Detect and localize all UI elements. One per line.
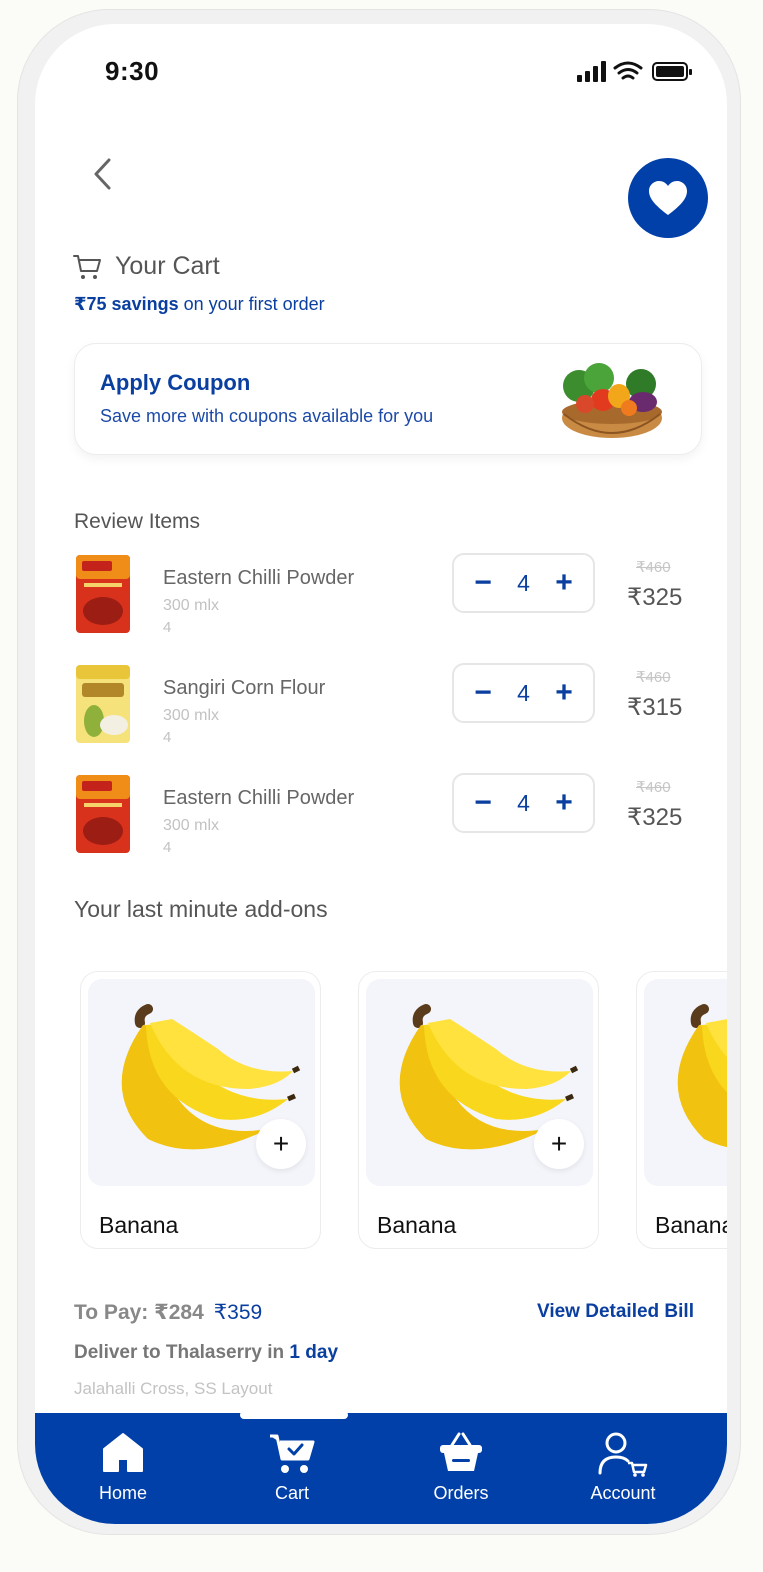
wifi-icon	[613, 61, 643, 80]
nav-item-home[interactable]: Home	[53, 1413, 193, 1524]
savings-text: ₹75 savings on your first order	[74, 294, 325, 315]
active-tab-indicator	[240, 1411, 348, 1419]
nav-label-orders: Orders	[433, 1483, 489, 1503]
review-items-title: Review Items	[74, 510, 201, 533]
home-icon	[103, 1433, 143, 1472]
bottom-nav: Home Cart Orders Account	[35, 1413, 727, 1524]
quantity-value: 4	[517, 789, 530, 816]
item-name: Sangiri Corn Flour	[163, 677, 326, 699]
coupon-subtitle: Save more with coupons available for you	[100, 406, 434, 426]
addon-image	[644, 979, 727, 1186]
original-price: ₹460	[636, 779, 671, 796]
nav-label-account: Account	[590, 1483, 656, 1503]
savings-suffix: on your first order	[178, 294, 325, 314]
view-detailed-bill-link[interactable]: View Detailed Bill	[537, 1301, 694, 1323]
decrease-button[interactable]: −	[472, 788, 494, 818]
quantity-stepper: − 4 +	[452, 773, 595, 833]
discounted-price: ₹325	[627, 584, 683, 611]
cart-item: Sangiri Corn Flour 300 mlx 4 − 4 + ₹460 …	[74, 663, 704, 753]
status-icons	[577, 61, 692, 82]
signal-icon	[577, 61, 606, 82]
nav-item-account[interactable]: Account	[553, 1413, 693, 1524]
to-pay-summary: To Pay: ₹284 ₹359	[74, 1300, 262, 1325]
back-chevron-icon[interactable]	[87, 154, 117, 194]
quantity-value: 4	[517, 679, 530, 706]
status-time: 9:30	[105, 56, 160, 86]
to-pay-amount: To Pay: ₹284	[74, 1301, 204, 1324]
increase-button[interactable]: +	[553, 568, 575, 598]
nav-item-cart[interactable]: Cart	[222, 1413, 362, 1524]
cart-item: Eastern Chilli Powder 300 mlx 4 − 4 + ₹4…	[74, 553, 704, 643]
item-size: 300 mlx	[163, 817, 220, 834]
banana-image	[677, 1004, 727, 1147]
add-addon-button[interactable]: +	[534, 1119, 584, 1169]
decrease-button[interactable]: −	[472, 568, 494, 598]
cart-outline-icon	[73, 254, 101, 279]
screen: 9:30 Your Cart ₹75 savings on your first…	[35, 24, 727, 1524]
delivery-info: Deliver to Thalaserry in 1 day	[74, 1342, 338, 1364]
decrease-button[interactable]: −	[472, 678, 494, 708]
addon-name: Banana	[655, 1212, 727, 1238]
increase-button[interactable]: +	[553, 678, 575, 708]
quantity-stepper: − 4 +	[452, 663, 595, 723]
addon-card[interactable]: + Banana	[80, 971, 321, 1249]
cart-item: Eastern Chilli Powder 300 mlx 4 − 4 + ₹4…	[74, 773, 704, 863]
addon-name: Banana	[377, 1212, 457, 1238]
addon-image: +	[366, 979, 593, 1186]
increase-button[interactable]: +	[553, 788, 575, 818]
vegetable-basket-image	[562, 363, 662, 438]
original-price: ₹460	[636, 669, 671, 686]
basket-icon	[440, 1432, 482, 1471]
savings-amount: ₹75 savings	[74, 294, 179, 314]
corn-flour-thumbnail	[76, 665, 130, 743]
cart-header: Your Cart	[73, 252, 220, 281]
addon-name: Banana	[99, 1212, 179, 1238]
coupon-title: Apply Coupon	[100, 370, 251, 395]
addon-image: +	[88, 979, 315, 1186]
item-size: 300 mlx	[163, 597, 220, 614]
item-size: 300 mlx	[163, 707, 220, 724]
chilli-powder-thumbnail	[76, 775, 130, 853]
favorite-button[interactable]	[628, 158, 708, 238]
addon-card[interactable]: Banana	[636, 971, 727, 1249]
page-title: Your Cart	[115, 252, 220, 280]
addons-title: Your last minute add-ons	[74, 896, 328, 922]
discounted-price: ₹315	[627, 694, 683, 721]
quantity-stepper: − 4 +	[452, 553, 595, 613]
addon-card[interactable]: + Banana	[358, 971, 599, 1249]
nav-label-cart: Cart	[274, 1483, 309, 1503]
discounted-price: ₹325	[627, 804, 683, 831]
apply-coupon-card[interactable]: Apply Coupon Save more with coupons avai…	[74, 343, 702, 455]
heart-icon	[649, 181, 687, 215]
quantity-value: 4	[517, 569, 530, 596]
add-addon-button[interactable]: +	[256, 1119, 306, 1169]
original-total: ₹359	[213, 1301, 263, 1324]
cart-icon	[270, 1434, 315, 1473]
chilli-powder-thumbnail	[76, 555, 130, 633]
item-quantity-text: 4	[163, 619, 172, 636]
delivery-days: 1 day	[289, 1342, 339, 1363]
item-quantity-text: 4	[163, 729, 172, 746]
nav-item-orders[interactable]: Orders	[391, 1413, 531, 1524]
item-name: Eastern Chilli Powder	[163, 567, 355, 589]
delivery-location: Deliver to Thalaserry in	[74, 1342, 290, 1363]
item-quantity-text: 4	[163, 839, 172, 856]
item-name: Eastern Chilli Powder	[163, 787, 355, 809]
nav-label-home: Home	[98, 1483, 147, 1503]
battery-icon	[652, 62, 692, 81]
delivery-address[interactable]: Jalahalli Cross, SS Layout	[74, 1379, 272, 1399]
account-icon	[598, 1432, 648, 1477]
original-price: ₹460	[636, 559, 671, 576]
